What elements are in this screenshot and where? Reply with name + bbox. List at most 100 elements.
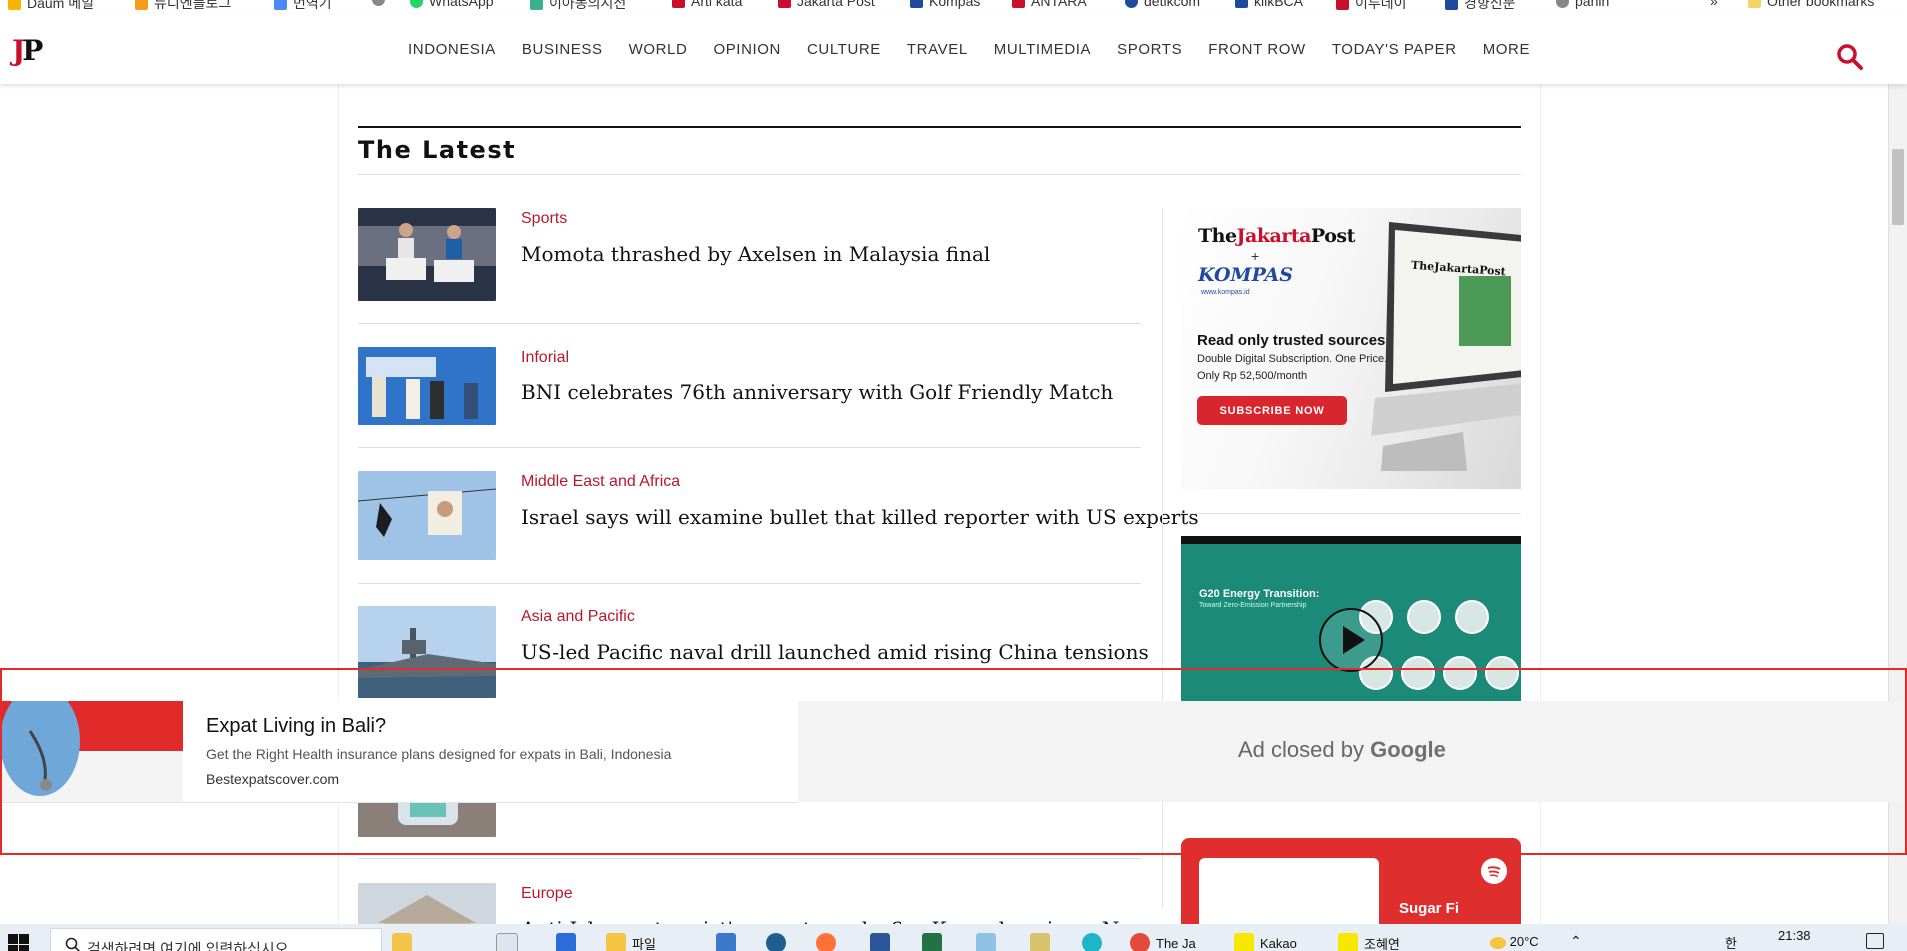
nav-item-business[interactable]: BUSINESS — [509, 41, 616, 58]
bookmark[interactable]: panin — [1556, 0, 1609, 9]
widget-icon — [392, 933, 412, 951]
taskbar-app[interactable] — [976, 933, 996, 951]
taskbar-app-chrome[interactable]: The Ja — [1130, 933, 1196, 951]
article-headline[interactable]: Israel says will examine bullet that kil… — [521, 505, 1199, 529]
speaker-avatar — [1455, 600, 1489, 634]
google-logo: Google — [1370, 737, 1446, 762]
nav-item-world[interactable]: WORLD — [616, 41, 701, 58]
windows-start-icon[interactable] — [8, 934, 30, 951]
nav-item-culture[interactable]: CULTURE — [794, 41, 894, 58]
bookmark[interactable] — [372, 0, 385, 6]
laptop-image: TheJakartaPost — [1371, 216, 1521, 471]
bookmark[interactable]: Daum 메일 — [8, 0, 94, 13]
bookmark[interactable]: 이투데이 — [1336, 0, 1407, 13]
bookmark[interactable]: 번역기 — [274, 0, 332, 13]
ad-image[interactable] — [0, 701, 183, 802]
jp-icon — [778, 0, 791, 8]
sticky-ad[interactable]: Expat Living in Bali? Get the Right Heal… — [0, 701, 798, 803]
video-player[interactable]: G20 Energy Transition: Toward Zero-Emiss… — [1181, 536, 1521, 701]
ad-title[interactable]: Expat Living in Bali? — [206, 715, 386, 738]
article-headline[interactable]: Momota thrashed by Axelsen in Malaysia f… — [521, 242, 990, 266]
main-nav: INDONESIA BUSINESS WORLD OPINION CULTURE… — [395, 14, 1543, 84]
taskbar-app-chat[interactable]: 조혜연 — [1338, 933, 1400, 951]
scrollbar-thumb[interactable] — [1892, 149, 1904, 225]
kakaotalk-icon — [1234, 933, 1254, 951]
nav-item-more[interactable]: MORE — [1470, 41, 1543, 58]
subscribe-now-button[interactable]: SUBSCRIBE NOW — [1197, 396, 1347, 425]
bookmark-icon — [1336, 0, 1349, 10]
article-thumbnail[interactable] — [358, 347, 496, 425]
bookmark-icon — [274, 0, 287, 10]
bookmark[interactable]: ANTARA — [1012, 0, 1087, 9]
play-icon[interactable] — [1319, 608, 1383, 672]
nav-item-todays-paper[interactable]: TODAY'S PAPER — [1319, 41, 1470, 58]
nav-item-opinion[interactable]: OPINION — [700, 41, 794, 58]
app-icon — [766, 933, 786, 951]
bookmark-icon — [530, 0, 543, 10]
globe-icon — [372, 0, 385, 6]
article-item[interactable]: Inforial BNI celebrates 76th anniversary… — [358, 347, 1141, 425]
bookmarks-overflow[interactable]: » — [1710, 0, 1718, 9]
bookmark[interactable]: klikBCA — [1235, 0, 1303, 9]
sidebar-rule — [1181, 513, 1521, 514]
jp-logo[interactable]: JP — [12, 34, 43, 67]
weather-widget[interactable]: 20°C — [1490, 934, 1539, 949]
taskbar-clock[interactable]: 21:38 — [1778, 928, 1811, 943]
bookmark[interactable]: detikcom — [1125, 0, 1200, 9]
taskbar-search-input[interactable]: 검색하려면 여기에 입력하십시오 — [50, 928, 382, 951]
subscription-promo[interactable]: TheJakartaPost TheJakartaPost + KOMPAS w… — [1181, 208, 1521, 489]
taskbar-app[interactable] — [716, 933, 736, 951]
speaker-avatar — [1407, 600, 1441, 634]
article-headline[interactable]: US-led Pacific naval drill launched amid… — [521, 640, 1149, 664]
article-item[interactable]: Middle East and Africa Israel says will … — [358, 471, 1199, 560]
notification-icon — [1866, 933, 1884, 949]
taskbar-app-kakao[interactable]: Kakao — [1234, 933, 1297, 951]
article-item[interactable]: Asia and Pacific US-led Pacific naval dr… — [358, 606, 1149, 698]
article-thumbnail[interactable] — [358, 606, 496, 698]
article-thumbnail[interactable] — [358, 471, 496, 560]
article-category[interactable]: Sports — [521, 210, 567, 228]
taskbar-app[interactable] — [816, 933, 836, 951]
article-category[interactable]: Middle East and Africa — [521, 473, 680, 491]
nav-item-sports[interactable]: SPORTS — [1104, 41, 1195, 58]
ime-indicator[interactable]: 한 — [1725, 933, 1737, 951]
nav-item-indonesia[interactable]: INDONESIA — [395, 41, 509, 58]
bookmark[interactable]: Kompas — [910, 0, 980, 9]
other-bookmarks[interactable]: Other bookmarks — [1748, 0, 1874, 9]
search-icon[interactable] — [1835, 42, 1865, 72]
taskbar-app[interactable] — [766, 933, 786, 951]
article-headline[interactable]: BNI celebrates 76th anniversary with Gol… — [521, 380, 1113, 404]
spotify-icon[interactable] — [1481, 858, 1507, 884]
bookmark-icon — [910, 0, 923, 8]
taskbar-app-files[interactable]: 파일 — [606, 933, 656, 951]
nav-item-multimedia[interactable]: MULTIMEDIA — [981, 41, 1104, 58]
bookmark[interactable]: Jakarta Post — [778, 0, 875, 9]
bookmark[interactable]: Arti kata — [672, 0, 742, 9]
podcast-cover — [1199, 858, 1379, 933]
bookmark[interactable]: 경향신문 — [1445, 0, 1516, 13]
taskbar-app[interactable] — [1030, 933, 1050, 951]
spotify-widget[interactable]: Sugar Fi — [1181, 838, 1521, 933]
taskbar-app[interactable] — [870, 933, 890, 951]
article-category[interactable]: Asia and Pacific — [521, 608, 635, 626]
app-icon — [1082, 933, 1102, 951]
taskbar-app[interactable] — [496, 933, 518, 951]
taskbar-app[interactable] — [556, 933, 576, 951]
article-category[interactable]: Inforial — [521, 349, 569, 367]
taskbar-app[interactable] — [922, 933, 942, 951]
nav-item-travel[interactable]: TRAVEL — [894, 41, 981, 58]
bookmark[interactable]: 뉴디엔플로그 — [135, 0, 231, 13]
system-tray[interactable]: ⌃ — [1570, 933, 1582, 950]
ad-domain[interactable]: Bestexpatscover.com — [206, 771, 339, 787]
article-category[interactable]: Europe — [521, 885, 573, 903]
task-view-icon[interactable] — [392, 933, 412, 951]
video-title: G20 Energy Transition: — [1199, 588, 1320, 600]
firefox-icon — [816, 933, 836, 951]
article-item[interactable]: Sports Momota thrashed by Axelsen in Mal… — [358, 208, 1141, 301]
nav-item-front-row[interactable]: FRONT ROW — [1195, 41, 1319, 58]
bookmark[interactable]: 이아동의시전 — [530, 0, 626, 13]
taskbar-app[interactable] — [1082, 933, 1102, 951]
notifications-icon[interactable] — [1866, 933, 1884, 949]
bookmark[interactable]: WhatsApp — [410, 0, 494, 9]
article-thumbnail[interactable] — [358, 208, 496, 301]
